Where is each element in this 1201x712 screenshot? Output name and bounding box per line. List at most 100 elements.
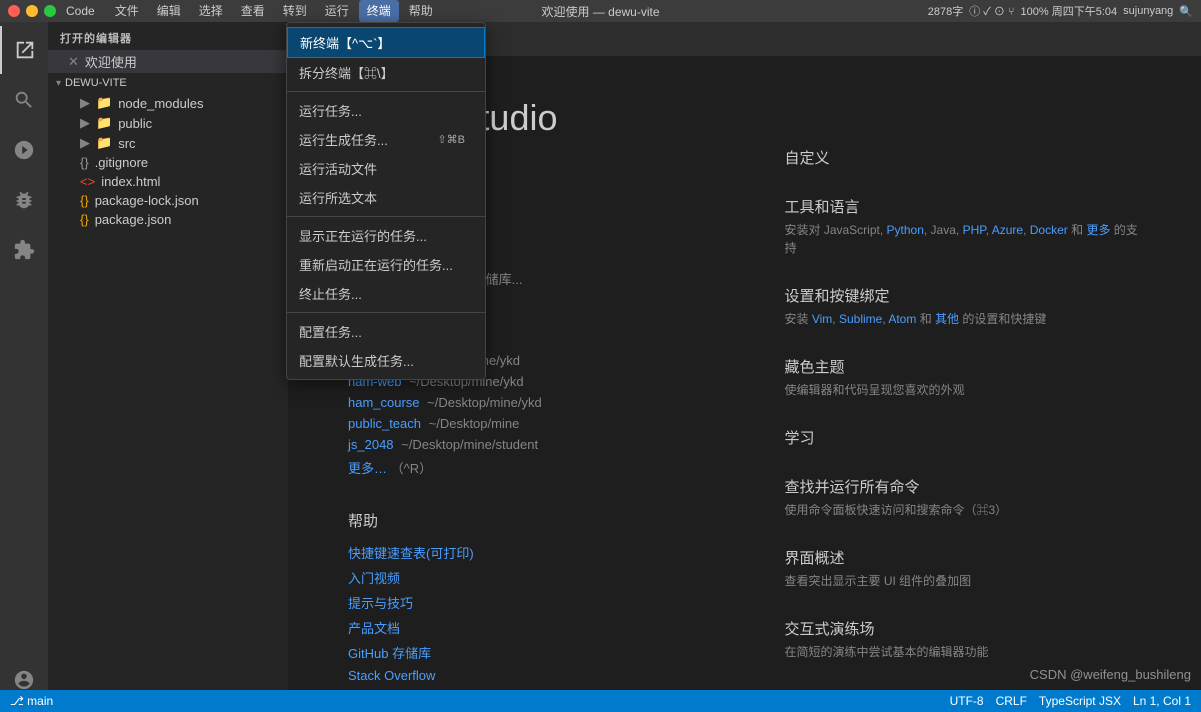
dropdown-item-run-active[interactable]: 运行活动文件 — [287, 154, 485, 183]
help-github[interactable]: GitHub 存储库 — [348, 643, 705, 662]
run-build-shortcut: ⇧⌘B — [437, 133, 465, 146]
app-name: Code — [66, 4, 95, 18]
interface-title: 界面概述 — [785, 547, 1142, 568]
terminal-dropdown: 新终端【^⌥`】 拆分终端【⌘\】 运行任务... 运行生成任务... ⇧⌘B … — [286, 22, 486, 380]
activity-debug[interactable] — [0, 176, 48, 224]
activity-search[interactable] — [0, 76, 48, 124]
sidebar-welcome-tab[interactable]: ✕ 欢迎使用 — [48, 50, 288, 73]
sidebar: 打开的编辑器 ✕ 欢迎使用 ▾ DEWU-VITE ▶ 📁 node_modul… — [48, 22, 288, 712]
dropdown-item-terminate[interactable]: 终止任务... — [287, 279, 485, 308]
run-selected-label: 运行所选文本 — [299, 188, 377, 207]
dropdown-separator-2 — [287, 216, 485, 217]
tree-item-gitignore[interactable]: {} .gitignore — [48, 153, 288, 172]
help-stackoverflow[interactable]: Stack Overflow — [348, 668, 705, 683]
tree-item-node-modules[interactable]: ▶ 📁 node_modules — [48, 93, 288, 113]
tree-item-index-html[interactable]: <> index.html — [48, 172, 288, 191]
csdn-watermark: CSDN @weifeng_bushileng — [1030, 667, 1191, 682]
sidebar-project-title[interactable]: ▾ DEWU-VITE — [48, 73, 288, 93]
chevron-right-icon: ▶ — [80, 135, 90, 151]
dropdown-item-configure-tasks[interactable]: 配置任务... — [287, 317, 485, 346]
theme-title: 藏色主题 — [785, 356, 1142, 377]
menu-terminal[interactable]: 终端 — [359, 0, 399, 22]
theme-desc: 使编辑器和代码呈现您喜欢的外观 — [785, 381, 1142, 399]
status-branch[interactable]: ⎇ main — [10, 694, 53, 708]
dropdown-item-new-terminal[interactable]: 新终端【^⌥`】 — [287, 27, 485, 58]
help-docs[interactable]: 产品文档 — [348, 618, 705, 637]
minimize-button[interactable] — [26, 5, 38, 17]
tree-item-label: src — [118, 136, 135, 151]
activity-git[interactable] — [0, 126, 48, 174]
maximize-button[interactable] — [44, 5, 56, 17]
dropdown-item-run-selected[interactable]: 运行所选文本 — [287, 183, 485, 212]
menu-bar: 文件 编辑 选择 查看 转到 运行 终端 帮助 — [107, 0, 928, 22]
chevron-right-icon: ▶ — [80, 115, 90, 131]
activity-bar — [0, 22, 48, 712]
path-js-2048: ~/Desktop/mine/student — [401, 437, 538, 452]
terminate-label: 终止任务... — [299, 284, 362, 303]
more-link[interactable]: 更多… （^R） — [348, 461, 432, 476]
help-shortcuts[interactable]: 快捷键速查表(可打印) — [348, 543, 705, 562]
menu-help[interactable]: 帮助 — [401, 0, 441, 22]
learn-header: 学习 — [785, 427, 1142, 448]
tree-item-src[interactable]: ▶ 📁 src — [48, 133, 288, 153]
close-button[interactable] — [8, 5, 20, 17]
help-intro[interactable]: 入门视频 — [348, 568, 705, 587]
time-display: 100% 周四下午5:04 — [1021, 3, 1118, 19]
customize-tools[interactable]: 工具和语言 安装对 JavaScript, Python, Java, PHP,… — [785, 196, 1142, 257]
restart-running-label: 重新启动正在运行的任务... — [299, 255, 453, 274]
help-section: 帮助 快捷键速查表(可打印) 入门视频 提示与技巧 产品文档 GitHub 存储… — [348, 510, 705, 708]
recent-js-2048[interactable]: js_2048 ~/Desktop/mine/student — [348, 437, 705, 452]
dropdown-item-show-running[interactable]: 显示正在运行的任务... — [287, 221, 485, 250]
customize-keybindings[interactable]: 设置和按键绑定 安装 Vim, Sublime, Atom 和 其他 的设置和快… — [785, 285, 1142, 328]
help-tips[interactable]: 提示与技巧 — [348, 593, 705, 612]
status-encoding[interactable]: UTF-8 — [950, 694, 984, 708]
main-layout: 打开的编辑器 ✕ 欢迎使用 ▾ DEWU-VITE ▶ 📁 node_modul… — [0, 22, 1201, 712]
folder-icon: 📁 — [96, 95, 112, 111]
status-bar-right: UTF-8 CRLF TypeScript JSX Ln 1, Col 1 — [950, 694, 1191, 708]
activity-explorer[interactable] — [0, 26, 48, 74]
search-icon[interactable]: 🔍 — [1179, 5, 1193, 18]
file-tree: ▶ 📁 node_modules ▶ 📁 public ▶ 📁 src {} .… — [48, 93, 288, 712]
customize-header: 自定义 — [785, 147, 1142, 168]
json-icon: {} — [80, 193, 89, 208]
status-eol[interactable]: CRLF — [996, 694, 1027, 708]
menu-goto[interactable]: 转到 — [275, 0, 315, 22]
customize-theme[interactable]: 藏色主题 使编辑器和代码呈现您喜欢的外观 — [785, 356, 1142, 399]
menu-run[interactable]: 运行 — [317, 0, 357, 22]
dropdown-item-configure-default[interactable]: 配置默认生成任务... — [287, 346, 485, 375]
tree-item-label: package.json — [95, 212, 172, 227]
playground-desc: 在简短的演练中尝试基本的编辑器功能 — [785, 643, 1142, 661]
menu-select[interactable]: 选择 — [191, 0, 231, 22]
commands-desc: 使用命令面板快速访问和搜索命令（⌘3） — [785, 501, 1142, 519]
top-bar-right: 2878字 ⓘ ✓ ⊙ ⑂ 100% 周四下午5:04 sujunyang 🔍 — [928, 3, 1193, 19]
more-link-text: 更多… — [348, 461, 387, 476]
tree-item-package-lock[interactable]: {} package-lock.json — [48, 191, 288, 210]
recent-ham-course[interactable]: ham_course ~/Desktop/mine/ykd — [348, 395, 705, 410]
dropdown-item-run-task[interactable]: 运行任务... — [287, 96, 485, 125]
path-public-teach: ~/Desktop/mine — [429, 416, 520, 431]
user-name: sujunyang — [1123, 5, 1173, 17]
menu-edit[interactable]: 编辑 — [149, 0, 189, 22]
run-task-label: 运行任务... — [299, 101, 362, 120]
tree-item-public[interactable]: ▶ 📁 public — [48, 113, 288, 133]
dropdown-item-run-build[interactable]: 运行生成任务... ⇧⌘B — [287, 125, 485, 154]
chevron-down-icon: ▾ — [56, 78, 61, 89]
dropdown-item-restart-running[interactable]: 重新启动正在运行的任务... — [287, 250, 485, 279]
tree-item-label: package-lock.json — [95, 193, 199, 208]
project-name: DEWU-VITE — [65, 77, 127, 89]
menu-view[interactable]: 查看 — [233, 0, 273, 22]
activity-extensions[interactable] — [0, 226, 48, 274]
file-icon: {} — [80, 155, 89, 170]
configure-tasks-label: 配置任务... — [299, 322, 362, 341]
learn-commands[interactable]: 查找并运行所有命令 使用命令面板快速访问和搜索命令（⌘3） — [785, 476, 1142, 519]
recent-public-teach[interactable]: public_teach ~/Desktop/mine — [348, 416, 705, 431]
dropdown-item-split-terminal[interactable]: 拆分终端【⌘\】 — [287, 58, 485, 87]
learn-interface[interactable]: 界面概述 查看突出显示主要 UI 组件的叠加图 — [785, 547, 1142, 590]
learn-playground[interactable]: 交互式演练场 在简短的演练中尝试基本的编辑器功能 — [785, 618, 1142, 661]
tree-item-package-json[interactable]: {} package.json — [48, 210, 288, 229]
status-position[interactable]: Ln 1, Col 1 — [1133, 694, 1191, 708]
dropdown-separator-1 — [287, 91, 485, 92]
status-language[interactable]: TypeScript JSX — [1039, 694, 1121, 708]
close-icon[interactable]: ✕ — [68, 54, 79, 70]
menu-file[interactable]: 文件 — [107, 0, 147, 22]
